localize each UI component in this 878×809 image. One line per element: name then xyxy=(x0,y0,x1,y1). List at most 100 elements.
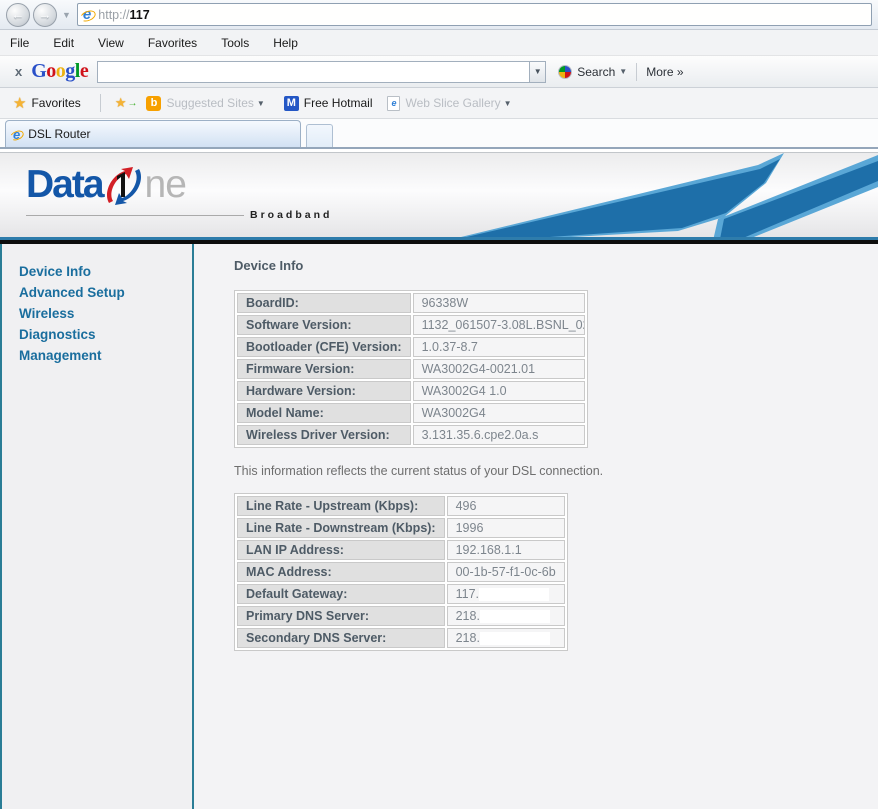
main-panel: Device Info BoardID: 96338W Software Ver… xyxy=(194,244,878,809)
tab-dsl-router[interactable]: e DSL Router xyxy=(5,120,301,147)
google-toolbar: x Google ▼ Search ▼ More » xyxy=(0,56,878,88)
row-label: Bootloader (CFE) Version: xyxy=(237,337,411,357)
url-host: 117 xyxy=(130,8,150,22)
google-more-button[interactable]: More » xyxy=(646,65,683,79)
table-row: Software Version: 1132_061507-3.08L.BSNL… xyxy=(237,315,585,335)
toolbar-separator xyxy=(636,63,637,81)
row-label: Software Version: xyxy=(237,315,411,335)
connection-status-table: Line Rate - Upstream (Kbps): 496 Line Ra… xyxy=(234,493,568,651)
logo-text-data: Data xyxy=(26,163,103,207)
table-row: Secondary DNS Server: 218. xyxy=(237,628,565,648)
logo-text-ne: ne xyxy=(145,163,186,207)
menu-bar: File Edit View Favorites Tools Help xyxy=(0,30,878,56)
dsl-status-note: This information reflects the current st… xyxy=(234,464,878,478)
suggested-sites-caret-icon[interactable]: ▼ xyxy=(257,99,265,108)
free-hotmail-link[interactable]: Free Hotmail xyxy=(304,96,373,110)
ie-page-icon: e xyxy=(83,7,91,22)
redaction-box xyxy=(480,610,550,623)
table-row: Model Name: WA3002G4 xyxy=(237,403,585,423)
dataone-logo: Data ne Broadband xyxy=(26,163,332,221)
row-value: 1996 xyxy=(447,518,565,538)
new-tab-button[interactable] xyxy=(306,124,333,147)
row-value: WA3002G4 xyxy=(413,403,585,423)
suggested-sites-icon: b xyxy=(146,96,161,111)
sidebar-item[interactable]: Advanced Setup xyxy=(19,282,192,303)
web-slice-gallery-button[interactable]: Web Slice Gallery xyxy=(405,96,500,110)
logo-swoosh-icon xyxy=(101,163,147,209)
menu-item[interactable]: Help xyxy=(273,36,298,50)
add-favorite-icon[interactable]: ★ xyxy=(115,95,127,111)
google-search-input[interactable] xyxy=(97,61,529,83)
sidebar-item[interactable]: Device Info xyxy=(19,261,192,282)
row-label: MAC Address: xyxy=(237,562,445,582)
row-value: 1132_061507-3.08L.BSNL_02. xyxy=(413,315,585,335)
add-favorite-arrow-icon: → xyxy=(127,98,137,109)
table-row: Primary DNS Server: 218. xyxy=(237,606,565,626)
row-value: WA3002G4 1.0 xyxy=(413,381,585,401)
logo-tagline-text: Broadband xyxy=(250,209,332,221)
row-label: Model Name: xyxy=(237,403,411,423)
ie-tab-icon: e xyxy=(13,128,20,141)
row-label: Primary DNS Server: xyxy=(237,606,445,626)
tab-title: DSL Router xyxy=(28,127,90,141)
web-slice-caret-icon[interactable]: ▼ xyxy=(504,99,512,108)
browser-toolbar: ← → ▼ e http:// 117 xyxy=(0,0,878,30)
tab-bar: e DSL Router xyxy=(0,119,878,149)
table-row: Line Rate - Upstream (Kbps): 496 xyxy=(237,496,565,516)
favorites-star-icon: ★ xyxy=(13,94,26,112)
menu-item[interactable]: Favorites xyxy=(148,36,197,50)
row-value: 496 xyxy=(447,496,565,516)
redaction-box xyxy=(480,632,550,645)
menu-item[interactable]: Edit xyxy=(53,36,74,50)
back-button[interactable]: ← xyxy=(6,3,30,27)
sidebar-item[interactable]: Wireless xyxy=(19,303,192,324)
history-dropdown-icon[interactable]: ▼ xyxy=(62,10,71,20)
row-label: Line Rate - Upstream (Kbps): xyxy=(237,496,445,516)
row-label: LAN IP Address: xyxy=(237,540,445,560)
menu-item[interactable]: File xyxy=(10,36,29,50)
table-row: Default Gateway: 117. xyxy=(237,584,565,604)
row-label: Line Rate - Downstream (Kbps): xyxy=(237,518,445,538)
google-search-button[interactable]: Search xyxy=(577,65,615,79)
redaction-box xyxy=(479,588,549,601)
table-row: MAC Address: 00-1b-57-f1-0c-6b xyxy=(237,562,565,582)
site-header: Data ne Broadband xyxy=(0,152,878,237)
hotmail-icon: M xyxy=(284,96,299,111)
row-value: 192.168.1.1 xyxy=(447,540,565,560)
google-logo: Google xyxy=(31,60,88,83)
table-row: Firmware Version: WA3002G4-0021.01 xyxy=(237,359,585,379)
row-label: Default Gateway: xyxy=(237,584,445,604)
favorites-button[interactable]: Favorites xyxy=(31,96,80,110)
search-options-caret-icon[interactable]: ▼ xyxy=(619,67,627,76)
row-label: Firmware Version: xyxy=(237,359,411,379)
suggested-sites-button[interactable]: Suggested Sites xyxy=(166,96,253,110)
table-row: BoardID: 96338W xyxy=(237,293,585,313)
menu-item[interactable]: Tools xyxy=(221,36,249,50)
table-row: LAN IP Address: 192.168.1.1 xyxy=(237,540,565,560)
favorites-bar: ★ Favorites ★ → b Suggested Sites ▼ M Fr… xyxy=(0,88,878,119)
row-value: 1.0.37-8.7 xyxy=(413,337,585,357)
row-value: 218. xyxy=(447,606,565,626)
row-label: Hardware Version: xyxy=(237,381,411,401)
row-label: BoardID: xyxy=(237,293,411,313)
favorites-separator xyxy=(100,94,101,112)
table-row: Bootloader (CFE) Version: 1.0.37-8.7 xyxy=(237,337,585,357)
forward-button[interactable]: → xyxy=(33,3,57,27)
sidebar-item[interactable]: Management xyxy=(19,345,192,366)
content-area: Device Info Advanced Setup Wireless Diag… xyxy=(0,244,878,809)
row-value: 218. xyxy=(447,628,565,648)
header-swoosh-graphic xyxy=(428,153,878,237)
row-value: 3.131.35.6.cpe2.0a.s xyxy=(413,425,585,445)
web-slice-icon: e xyxy=(387,96,400,111)
row-value: 00-1b-57-f1-0c-6b xyxy=(447,562,565,582)
router-page: Data ne Broadband Device Info Advanced S… xyxy=(0,149,878,809)
menu-item[interactable]: View xyxy=(98,36,124,50)
sidebar-item[interactable]: Diagnostics xyxy=(19,324,192,345)
toolbar-close-icon[interactable]: x xyxy=(6,64,31,79)
table-row: Wireless Driver Version: 3.131.35.6.cpe2… xyxy=(237,425,585,445)
search-history-dropdown-icon[interactable]: ▼ xyxy=(529,61,546,83)
row-value: 96338W xyxy=(413,293,585,313)
address-bar[interactable]: e http:// 117 xyxy=(77,3,872,26)
sidebar-nav: Device Info Advanced Setup Wireless Diag… xyxy=(0,244,194,809)
url-scheme: http:// xyxy=(98,8,129,22)
